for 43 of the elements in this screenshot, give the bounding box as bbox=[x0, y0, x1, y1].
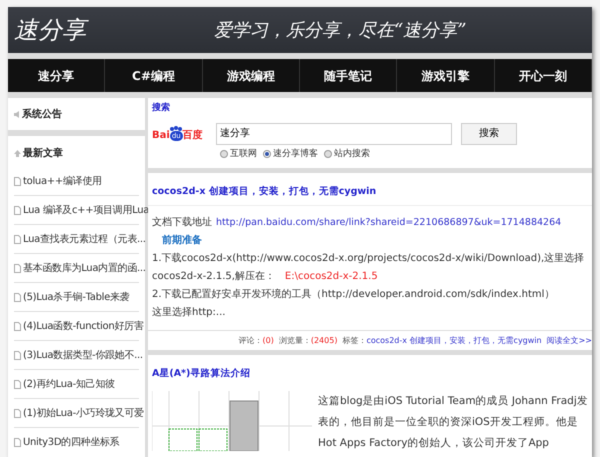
site-slogan: 爱学习，乐分享，尽在“速分享” bbox=[214, 18, 466, 42]
body-text: 这里选择http:... bbox=[152, 306, 226, 320]
logo-text: 百度 bbox=[182, 131, 203, 141]
article-link[interactable]: Lua查找表元素过程（元表... bbox=[23, 232, 146, 246]
body-text: 2.下载已配置好安卓开发环境的工具（http://developer.android.com/sdk/index.html） bbox=[152, 288, 556, 302]
panel-title: 搜索 bbox=[152, 102, 171, 115]
article-link[interactable]: (1)初始Lua-小巧玲珑又可爱 bbox=[23, 406, 144, 420]
radio-label: 互联网 bbox=[230, 148, 257, 160]
tags-label: 标签： bbox=[342, 334, 366, 346]
post-title[interactable]: A星(A*)寻路算法介绍 bbox=[152, 368, 250, 379]
read-more-link[interactable]: 阅读全文>> bbox=[546, 334, 592, 346]
radio-label: 站内搜索 bbox=[334, 148, 370, 160]
article-link[interactable]: (3)Lua数据类型-你跟她不... bbox=[23, 348, 143, 362]
download-link[interactable]: http://pan.baidu.com/share/link?shareid=2210686897&uk=1714884264 bbox=[216, 214, 562, 232]
panel-title: 系统公告 bbox=[22, 108, 62, 122]
nav-tab[interactable]: 开心一刻 bbox=[494, 59, 592, 92]
article-link[interactable]: (4)Lua函数-function好厉害 bbox=[23, 318, 144, 334]
views-label: 浏览量：(2405) bbox=[278, 334, 338, 346]
panel-title: 最新文章 bbox=[23, 146, 63, 161]
body-text: cocos2d-x-2.1.5,解压在： bbox=[152, 270, 275, 284]
site-logo: 速分享 bbox=[14, 12, 214, 48]
nav-tab[interactable]: 游戏编程 bbox=[202, 59, 300, 92]
comments-label: 评论：(0) bbox=[238, 334, 274, 346]
nav-tab[interactable]: 游戏引擎 bbox=[397, 59, 495, 92]
section-heading: 前期准备 bbox=[162, 235, 202, 246]
search-field[interactable]: 速分享 bbox=[216, 122, 452, 144]
article-link[interactable]: (5)Lua杀手锏-Table来袭 bbox=[23, 290, 130, 304]
path-text: E:\cocos2d-x-2.1.5 bbox=[284, 270, 378, 284]
article-link[interactable]: Unity3D的四种坐标系 bbox=[23, 435, 120, 450]
article-link[interactable]: 基本函数库为Lua内置的函... bbox=[23, 260, 146, 276]
post-excerpt: 这篇blog是由iOS Tutorial Team的成员 Johann Fradj发表的，他目前是一位全职的资深iOS开发工程师。他是Hot Apps Factory的创始人，该公司开发了App bbox=[318, 394, 588, 451]
article-link[interactable]: (2)再约Lua-知己知彼 bbox=[23, 376, 115, 392]
body-text: 1.下载cocos2d-x(http://www.cocos2d-x.org/projects/cocos2d-x/wiki/Download),这里选择 bbox=[152, 252, 586, 266]
search-button[interactable]: 搜索 bbox=[461, 122, 517, 144]
post-title[interactable]: cocos2d-x 创建项目，安装，打包，无需cygwin bbox=[152, 186, 376, 197]
nav-tab[interactable]: 随手笔记 bbox=[300, 59, 398, 92]
radio-label: 速分享博客 bbox=[273, 148, 318, 160]
logo-text: Bai bbox=[152, 131, 170, 141]
tag-link[interactable]: cocos2d-x 创建项目，安装，打包，无需cygwin bbox=[366, 334, 542, 346]
nav-tab[interactable]: C#编程 bbox=[105, 59, 203, 92]
nav-tab[interactable]: 速分享 bbox=[8, 59, 106, 92]
article-link[interactable]: tolua++编译使用 bbox=[23, 174, 102, 188]
body-text: 文档下载地址 bbox=[152, 216, 212, 230]
